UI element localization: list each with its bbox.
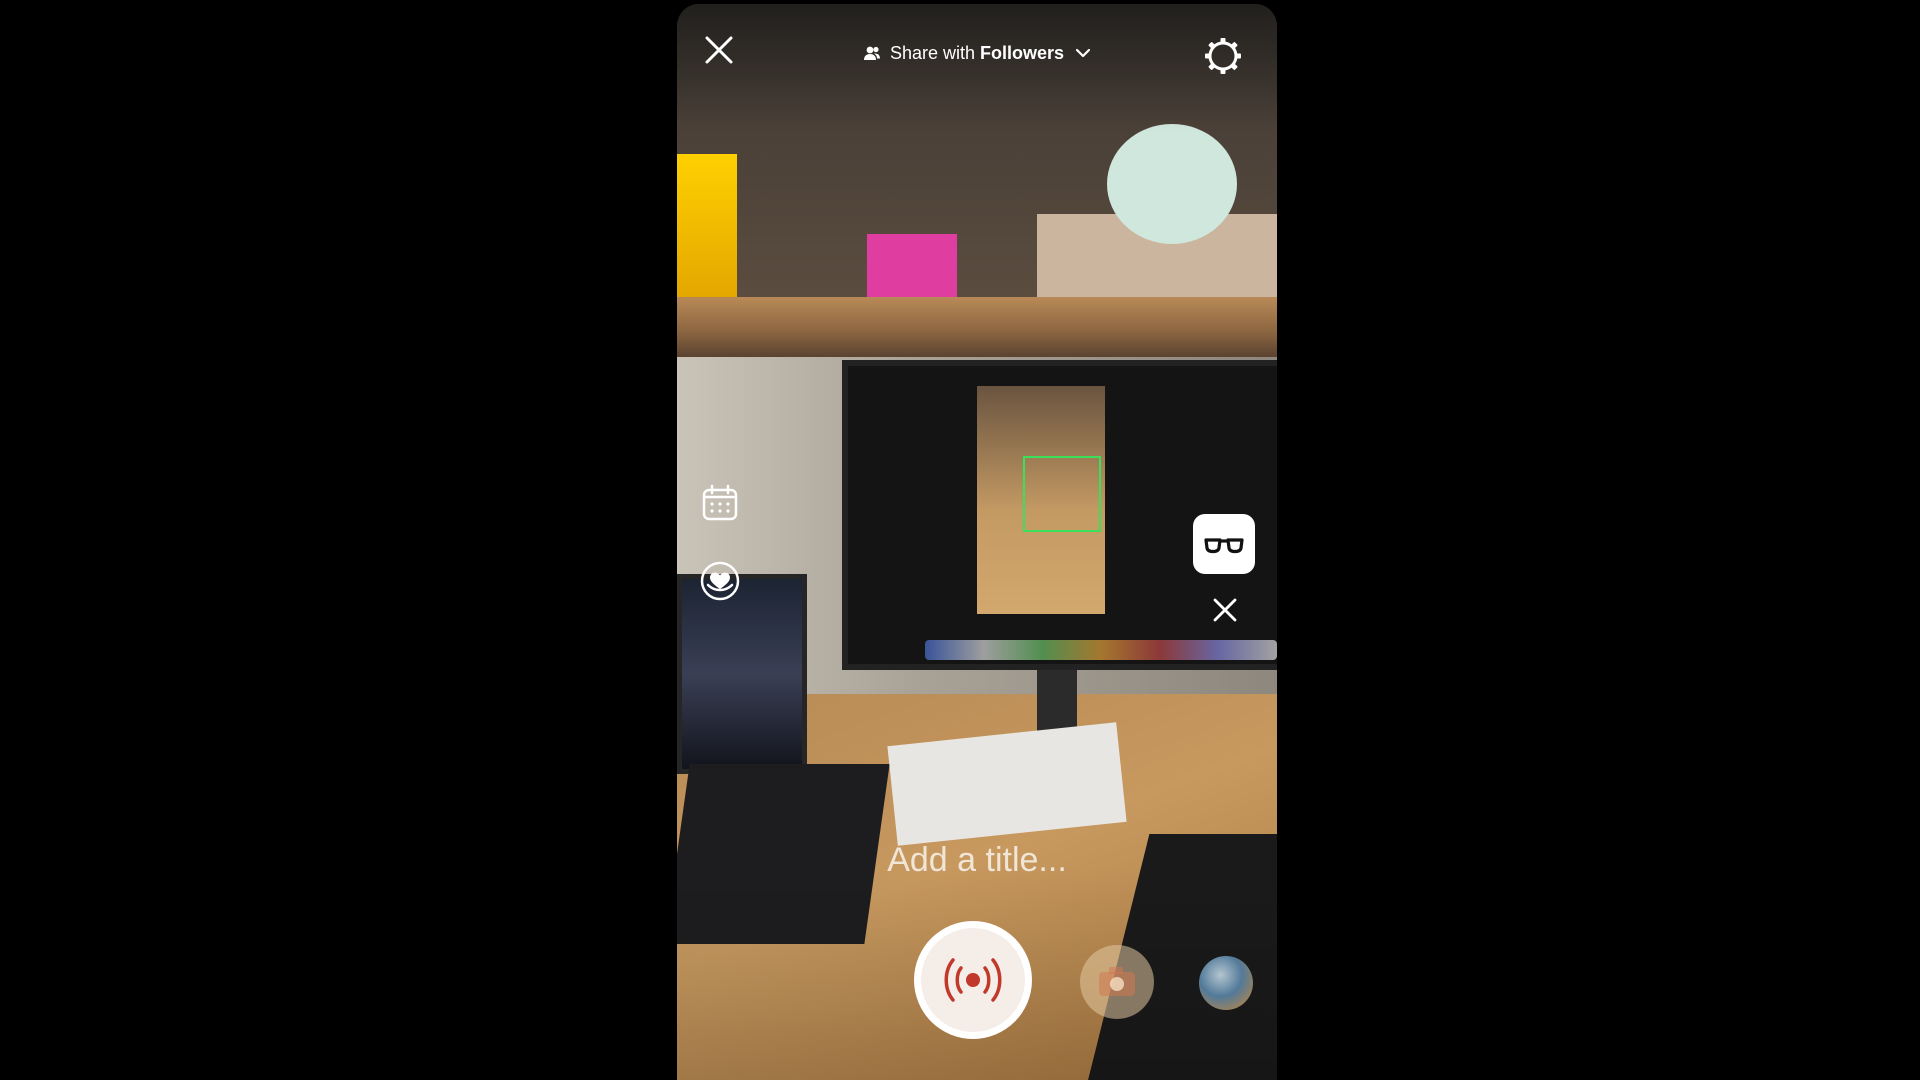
title-input[interactable] bbox=[797, 841, 1157, 880]
camera-preview bbox=[677, 4, 1277, 1080]
share-prefix-label: Share with bbox=[889, 43, 975, 63]
calendar-icon bbox=[702, 484, 738, 521]
share-audience-label: Followers bbox=[980, 43, 1065, 63]
gallery-thumbnail[interactable] bbox=[1199, 956, 1253, 1010]
chevron-down-icon bbox=[1075, 42, 1091, 63]
schedule-button[interactable] bbox=[699, 482, 741, 524]
settings-gear-icon bbox=[1205, 38, 1241, 74]
effects-button[interactable] bbox=[1193, 514, 1255, 574]
close-icon bbox=[1213, 598, 1237, 622]
people-icon bbox=[863, 45, 881, 61]
live-camera-screen: Share with Followers bbox=[677, 4, 1277, 1080]
share-audience-selector[interactable]: Share with Followers bbox=[677, 42, 1277, 64]
go-live-button[interactable] bbox=[914, 921, 1032, 1039]
fundraiser-button[interactable] bbox=[699, 560, 741, 602]
glasses-icon bbox=[1204, 538, 1244, 554]
settings-button[interactable] bbox=[1201, 34, 1245, 78]
broadcast-icon bbox=[944, 958, 1002, 1002]
remove-effect-button[interactable] bbox=[1205, 590, 1245, 630]
heart-badge-icon bbox=[700, 561, 740, 601]
camera-effect-icon bbox=[1099, 967, 1135, 996]
camera-effect-thumbnail[interactable] bbox=[1080, 945, 1154, 1019]
